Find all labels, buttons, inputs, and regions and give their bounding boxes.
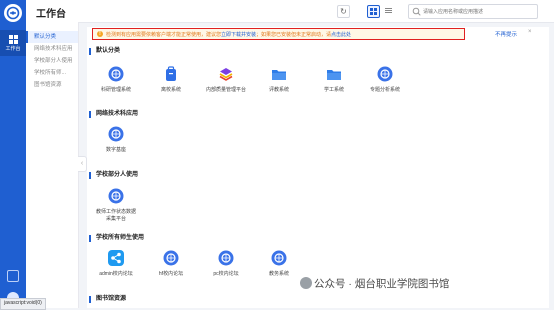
search-icon [412,7,421,16]
app-tile[interactable]: 教务系统 [253,249,305,278]
notice-text: 检测到有应用需要依赖客户端才能正常使用，建议您立即下载并安装；如果您已安装但未正… [106,31,352,38]
app-tile[interactable]: 数字基座 [90,125,142,154]
download-icon[interactable] [7,270,19,282]
app-tile[interactable]: hf校内论坛 [145,249,197,278]
sidebar-item-library[interactable]: 图书馆资源 [26,79,78,91]
refresh-icon[interactable]: ↻ [337,5,350,18]
layers-icon [217,65,235,83]
globe-icon [107,125,125,143]
warning-icon: ! [97,31,103,37]
app-label: 评教系统 [268,87,289,93]
app-tile[interactable]: 科研管理系统 [90,65,142,94]
close-icon[interactable]: × [528,29,532,35]
app-label: 科研管理系统 [100,87,131,93]
page-title: 工作台 [36,9,66,20]
section-title-partial-staff: 学校部分人使用 [89,172,138,179]
app-label: pc校内论坛 [213,271,239,277]
app-label: 学工系统 [323,87,344,93]
globe-icon [107,187,125,205]
app-label: 离校系统 [160,87,181,93]
top-bar: 工作台 ↻ [26,0,554,23]
app-label: 教务系统 [268,271,289,277]
section-title-library: 图书馆资源 [89,296,126,303]
app-tile[interactable]: 教师工作状态数据 采集平台 [90,187,142,222]
watermark-text: 公众号 · 烟台职业学院图书馆 [314,278,450,290]
section-title-network-tech: 网络技术科应用 [89,111,138,118]
app-tile[interactable]: 学工系统 [308,65,360,94]
app-label: 专题分析系统 [369,87,400,93]
no-remind-link[interactable]: 不再提示 [495,30,517,38]
category-sidebar: 默认分类 网络技术科应用 学校部分人使用 学校所有师... 图书馆资源 [26,22,79,308]
bag-icon [162,65,180,83]
app-label: hf校内论坛 [158,271,184,277]
sidebar-item-default[interactable]: 默认分类 [26,31,78,43]
main-nav-bar: 工作台 [0,0,26,308]
app-label: admin校内论坛 [99,271,133,277]
globe-icon [107,65,125,83]
wechat-icon [300,277,312,289]
search-box[interactable] [408,4,538,19]
share-icon [107,249,125,267]
grid-icon [8,34,18,44]
grid-view-icon[interactable] [367,5,380,18]
nav-workbench[interactable]: 工作台 [0,30,26,56]
sidebar-item-network-tech[interactable]: 网络技术科应用 [26,43,78,55]
app-tile[interactable]: admin校内论坛 [90,249,142,278]
search-input[interactable] [423,5,533,18]
globe-icon [270,249,288,267]
folder-icon [325,65,343,83]
globe-icon [162,249,180,267]
section-title-all-users: 学校所有师生使用 [89,235,144,242]
app-tile[interactable]: 专题分析系统 [359,65,411,94]
main-content: ! 检测到有应用需要依赖客户端才能正常使用，建议您立即下载并安装；如果您已安装但… [87,27,549,308]
app-tile[interactable]: 内部质量管理平台 [200,65,252,94]
client-notice-banner: ! 检测到有应用需要依赖客户端才能正常使用，建议您立即下载并安装；如果您已安装但… [92,28,465,40]
app-logo [4,4,22,22]
sidebar-item-partial-staff[interactable]: 学校部分人使用 [26,55,78,67]
sidebar-item-all-staff[interactable]: 学校所有师... [26,67,78,79]
app-tile[interactable]: 评教系统 [253,65,305,94]
download-install-link[interactable]: 立即下载并安装 [221,32,256,38]
list-view-icon[interactable] [383,5,394,16]
section-title-default: 默认分类 [89,48,120,55]
nav-workbench-label: 工作台 [5,45,21,52]
browser-status-bar: javascript:void(0) [0,298,46,310]
globe-icon [217,249,235,267]
app-tile[interactable]: 离校系统 [145,65,197,94]
app-label: 教师工作状态数据 采集平台 [95,209,136,222]
collapse-sidebar-button[interactable]: ‹ [78,156,87,172]
app-label: 内部质量管理平台 [205,87,246,93]
app-label: 数字基座 [105,147,126,153]
folder-icon [270,65,288,83]
globe-icon [376,65,394,83]
app-tile[interactable]: pc校内论坛 [200,249,252,278]
click-here-link[interactable]: 点击此处 [331,32,351,38]
